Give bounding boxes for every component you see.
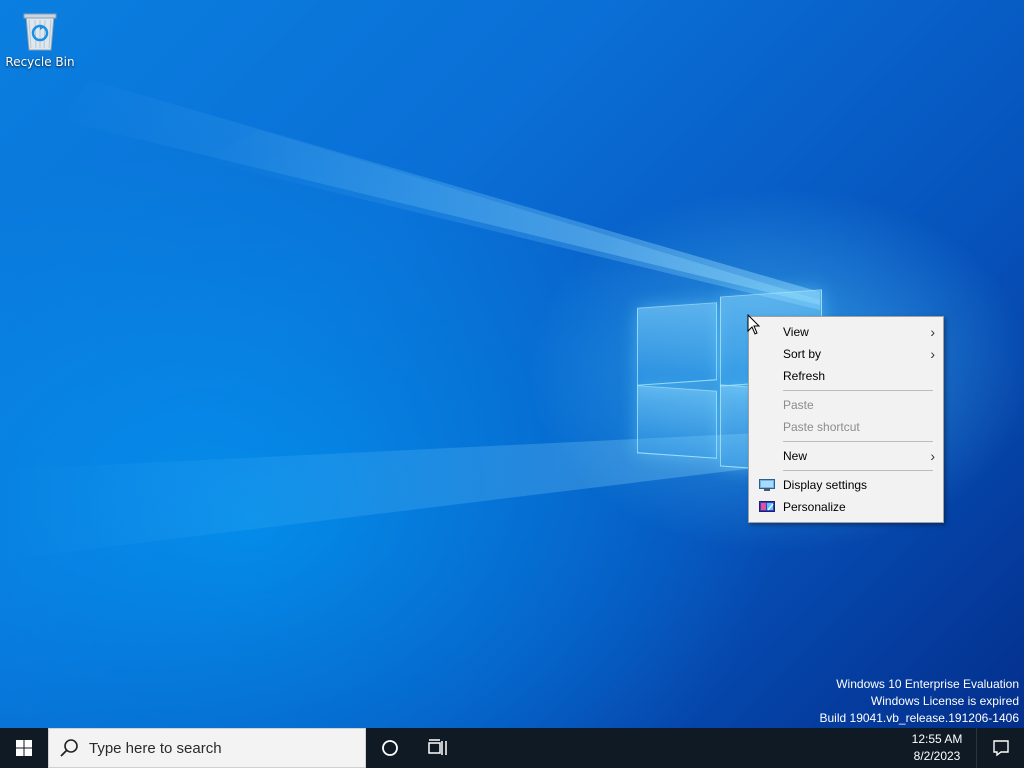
menu-item-refresh[interactable]: Refresh xyxy=(749,365,943,387)
taskbar-clock[interactable]: 12:55 AM 8/2/2023 xyxy=(898,728,976,768)
menu-item-label: View xyxy=(783,325,809,339)
menu-item-label: New xyxy=(783,449,808,463)
menu-item-new[interactable]: New › xyxy=(749,445,943,467)
search-icon xyxy=(60,739,78,757)
display-icon xyxy=(759,479,775,491)
menu-item-display-settings[interactable]: Display settings xyxy=(749,474,943,496)
recycle-bin-icon xyxy=(23,13,57,51)
desktop-icon-recycle-bin[interactable]: Recycle Bin xyxy=(4,8,76,69)
menu-item-label: Personalize xyxy=(783,500,846,514)
chevron-right-icon: › xyxy=(930,346,935,362)
menu-item-sort-by[interactable]: Sort by › xyxy=(749,343,943,365)
menu-item-label: Sort by xyxy=(783,347,822,361)
menu-item-view[interactable]: View › xyxy=(749,321,943,343)
windows-logo-icon xyxy=(16,740,32,756)
wallpaper-logo-pane-tl xyxy=(637,302,717,386)
chevron-right-icon: › xyxy=(930,324,935,340)
taskbar-spacer xyxy=(462,728,898,768)
menu-item-paste[interactable]: Paste xyxy=(749,394,943,416)
menu-item-personalize[interactable]: Personalize xyxy=(749,496,943,518)
desktop[interactable]: Recycle Bin Windows 10 Enterprise Evalua… xyxy=(0,0,1024,728)
task-view-button[interactable] xyxy=(414,728,462,768)
watermark-license: Windows License is expired xyxy=(870,694,1019,708)
menu-item-label: Paste xyxy=(783,398,814,412)
taskbar: 12:55 AM 8/2/2023 xyxy=(0,728,1024,768)
desktop-icon-label: Recycle Bin xyxy=(5,55,75,69)
menu-separator xyxy=(783,441,933,442)
activation-watermark: Windows 10 Enterprise Evaluation Windows… xyxy=(820,676,1020,727)
taskbar-search-box[interactable] xyxy=(48,728,366,768)
menu-item-label: Refresh xyxy=(783,369,826,383)
action-center-button[interactable] xyxy=(976,728,1024,768)
cortana-button[interactable] xyxy=(366,728,414,768)
menu-separator xyxy=(783,470,933,471)
desktop-context-menu: View › Sort by › Refresh Paste Paste sho… xyxy=(748,316,944,523)
chevron-right-icon: › xyxy=(930,448,935,464)
menu-item-paste-shortcut[interactable]: Paste shortcut xyxy=(749,416,943,438)
start-button[interactable] xyxy=(0,728,48,768)
search-input[interactable] xyxy=(89,739,349,757)
personalize-icon xyxy=(759,501,775,512)
task-view-icon xyxy=(428,739,447,755)
notification-icon xyxy=(992,740,1009,757)
menu-separator xyxy=(783,390,933,391)
wallpaper-logo-pane-bl xyxy=(637,385,717,459)
watermark-edition: Windows 10 Enterprise Evaluation xyxy=(836,677,1019,691)
clock-date: 8/2/2023 xyxy=(913,749,961,763)
clock-time: 12:55 AM xyxy=(911,732,963,746)
menu-item-label: Paste shortcut xyxy=(783,420,860,434)
watermark-build: Build 19041.vb_release.191206-1406 xyxy=(819,711,1020,725)
menu-item-label: Display settings xyxy=(783,478,868,492)
mouse-cursor-icon xyxy=(747,314,761,335)
cortana-icon xyxy=(382,740,398,756)
